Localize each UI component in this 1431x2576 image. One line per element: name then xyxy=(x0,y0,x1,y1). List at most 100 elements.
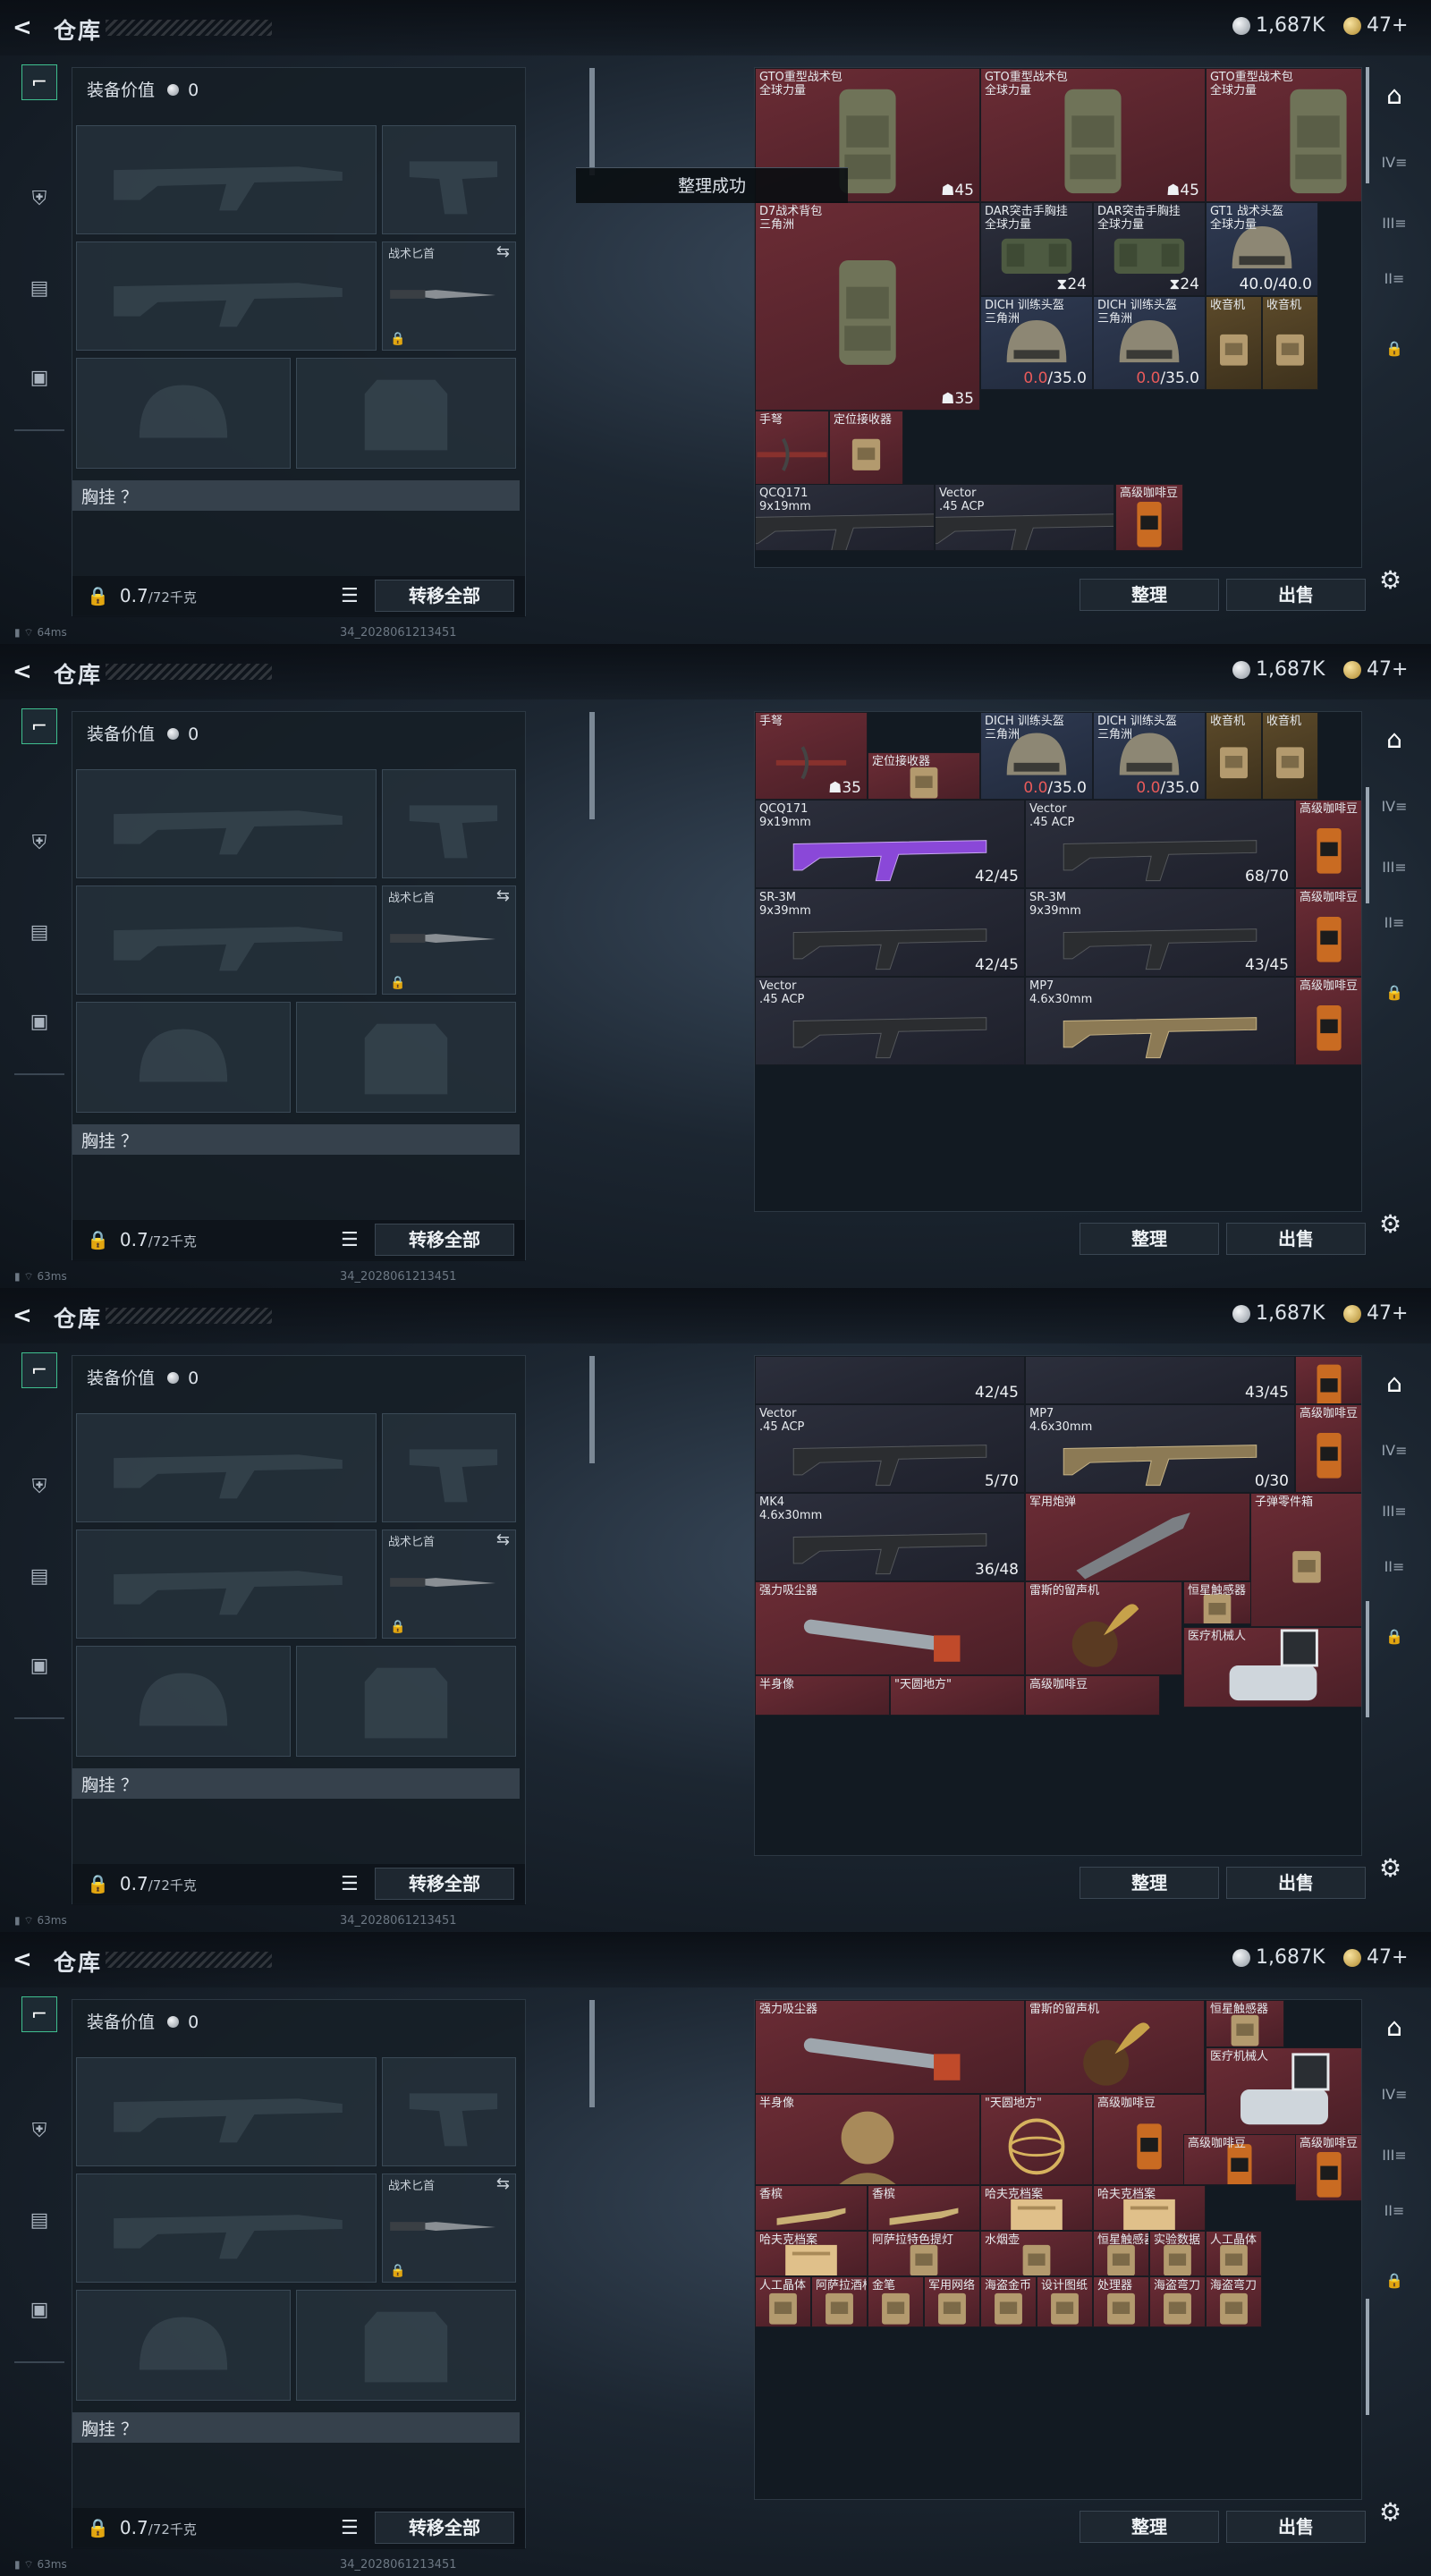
tier-iii-icon[interactable]: III≡ xyxy=(1377,859,1411,886)
inventory-item[interactable]: 半身像 xyxy=(755,2094,980,2185)
helmet-slot[interactable] xyxy=(76,2290,291,2401)
inventory-item[interactable] xyxy=(1295,1356,1361,1404)
sell-button[interactable]: 出售 xyxy=(1226,579,1366,611)
warehouse-scrollbar[interactable] xyxy=(1366,787,1369,903)
primary-weapon-slot[interactable] xyxy=(76,769,377,878)
chest-rig-slot[interactable]: 胸挂 ？ xyxy=(72,2412,520,2443)
inventory-item[interactable]: Vector .45 ACP 5/70 xyxy=(755,1404,1025,1493)
secondary-weapon-slot[interactable] xyxy=(76,1530,377,1639)
inventory-item[interactable]: 高级咖啡豆 xyxy=(1295,800,1361,888)
equipment-scrollbar[interactable] xyxy=(589,2000,595,2107)
inventory-item[interactable]: 高级咖啡豆 xyxy=(1295,977,1361,1065)
inventory-item[interactable]: 哈夫克档案 xyxy=(980,2185,1093,2231)
locked-tab-icon[interactable]: 🔒 xyxy=(1377,2272,1411,2299)
warehouse-home-icon[interactable]: ⌂ xyxy=(1377,80,1411,110)
inventory-item[interactable]: 阿萨拉酒杯 xyxy=(811,2276,868,2327)
chest-rig-slot[interactable]: 胸挂 ？ xyxy=(72,1768,520,1799)
weapon-category-icon[interactable]: ⌐ xyxy=(21,64,57,100)
inventory-item[interactable]: DICH 训练头盔 三角洲 0.0/35.0 xyxy=(1093,712,1206,800)
armor-category-icon[interactable]: ⛨ xyxy=(21,1469,57,1504)
inventory-item[interactable]: 高级咖啡豆 xyxy=(1295,1404,1361,1493)
inventory-item[interactable]: GT1 战术头盔 全球力量 40.0/40.0 xyxy=(1206,202,1318,296)
tier-ii-icon[interactable]: II≡ xyxy=(1377,2202,1411,2229)
settings-gear-icon[interactable]: ⚙ xyxy=(1379,1853,1406,1883)
list-icon[interactable]: ☰ xyxy=(341,2517,359,2539)
inventory-item[interactable]: 人工晶体 xyxy=(755,2276,811,2327)
gold-currency[interactable]: 47+ xyxy=(1343,658,1408,681)
tier-iii-icon[interactable]: III≡ xyxy=(1377,215,1411,242)
list-icon[interactable]: ☰ xyxy=(341,1873,359,1895)
inventory-item[interactable]: 收音机 xyxy=(1206,296,1262,390)
equipment-scrollbar[interactable] xyxy=(589,68,595,175)
inventory-item[interactable]: 恒星触感器 xyxy=(1093,2231,1149,2276)
secondary-weapon-slot[interactable] xyxy=(76,886,377,995)
inventory-item[interactable]: SR-3M 9x39mm 43/45 xyxy=(1025,888,1295,977)
backpack-category-icon[interactable]: ▣ xyxy=(21,1004,57,1039)
armor-category-icon[interactable]: ⛨ xyxy=(21,181,57,216)
inventory-item[interactable]: 军用网络 xyxy=(924,2276,980,2327)
inventory-item[interactable]: 医疗机械人 xyxy=(1206,2047,1361,2135)
knife-slot[interactable]: 战术匕首 ⇆ 🔒 xyxy=(382,1530,516,1639)
inventory-item[interactable]: GTO重型战术包全球力量☗45 xyxy=(1206,68,1361,202)
tier-iii-icon[interactable]: III≡ xyxy=(1377,1503,1411,1530)
inventory-item[interactable]: 海盗弯刀 xyxy=(1149,2276,1206,2327)
primary-weapon-slot[interactable] xyxy=(76,2057,377,2166)
medical-category-icon[interactable]: ▤ xyxy=(21,270,57,306)
inventory-item[interactable]: 恒星触感器 xyxy=(1183,1581,1251,1624)
inventory-item[interactable]: 高级咖啡豆 xyxy=(1295,2134,1361,2201)
warehouse-home-icon[interactable]: ⌂ xyxy=(1377,2012,1411,2042)
tier-iv-icon[interactable]: IV≡ xyxy=(1377,154,1411,181)
inventory-item[interactable]: MK4 4.6x30mm 36/48 xyxy=(755,1493,1025,1581)
inventory-item[interactable]: 雷斯的留声机 xyxy=(1025,1581,1182,1675)
tier-iv-icon[interactable]: IV≡ xyxy=(1377,798,1411,825)
pistol-slot[interactable] xyxy=(382,1413,516,1522)
inventory-item[interactable]: 军用炮弹 xyxy=(1025,1493,1250,1581)
helmet-slot[interactable] xyxy=(76,358,291,469)
backpack-category-icon[interactable]: ▣ xyxy=(21,360,57,395)
sort-button[interactable]: 整理 xyxy=(1080,1223,1219,1255)
inventory-item[interactable]: 恒星触感器 xyxy=(1206,2000,1284,2047)
armor-slot[interactable] xyxy=(296,1002,516,1113)
inventory-item[interactable]: 定位接收器 xyxy=(868,752,980,800)
inventory-item[interactable]: Vector .45 ACP xyxy=(935,484,1114,551)
inventory-item[interactable]: DICH 训练头盔 三角洲 0.0/35.0 xyxy=(980,296,1093,390)
inventory-item[interactable]: 高级咖啡豆 xyxy=(1295,888,1361,977)
settings-gear-icon[interactable]: ⚙ xyxy=(1379,2497,1406,2527)
back-arrow-icon[interactable]: < xyxy=(13,658,39,685)
inventory-item[interactable]: 香槟 xyxy=(755,2185,868,2231)
equipment-scrollbar[interactable] xyxy=(589,1356,595,1463)
knife-slot[interactable]: 战术匕首 ⇆ 🔒 xyxy=(382,242,516,351)
back-arrow-icon[interactable]: < xyxy=(13,14,39,41)
sort-button[interactable]: 整理 xyxy=(1080,2511,1219,2543)
inventory-item[interactable]: 子弹零件箱 xyxy=(1250,1493,1361,1627)
warehouse-home-icon[interactable]: ⌂ xyxy=(1377,724,1411,754)
locked-tab-icon[interactable]: 🔒 xyxy=(1377,1628,1411,1655)
inventory-item[interactable]: 42/45 xyxy=(755,1356,1025,1404)
weapon-category-icon[interactable]: ⌐ xyxy=(21,1352,57,1388)
inventory-item[interactable]: 水烟壶 xyxy=(980,2231,1093,2276)
knife-slot[interactable]: 战术匕首 ⇆ 🔒 xyxy=(382,886,516,995)
inventory-item[interactable]: QCQ171 9x19mm xyxy=(755,484,935,551)
inventory-item[interactable]: 高级咖啡豆 xyxy=(1025,1675,1160,1716)
inventory-item[interactable]: 哈夫克档案 xyxy=(1093,2185,1206,2231)
locked-tab-icon[interactable]: 🔒 xyxy=(1377,340,1411,367)
weapon-category-icon[interactable]: ⌐ xyxy=(21,708,57,744)
primary-weapon-slot[interactable] xyxy=(76,125,377,234)
warehouse-scrollbar[interactable] xyxy=(1366,67,1369,183)
warehouse-home-icon[interactable]: ⌂ xyxy=(1377,1368,1411,1398)
inventory-item[interactable]: 手弩 ☗35 xyxy=(755,712,868,800)
inventory-item[interactable]: GTO重型战术包全球力量☗45 xyxy=(980,68,1206,202)
tier-ii-icon[interactable]: II≡ xyxy=(1377,270,1411,297)
gold-currency[interactable]: 47+ xyxy=(1343,1302,1408,1325)
inventory-item[interactable]: D7战术背包 三角洲 ☗35 xyxy=(755,202,980,411)
inventory-item[interactable]: 哈夫克档案 xyxy=(755,2231,868,2276)
inventory-item[interactable]: SR-3M 9x39mm 42/45 xyxy=(755,888,1025,977)
inventory-item[interactable]: DAR突击手胸挂 全球力量 ⧗24 xyxy=(1093,202,1206,296)
helmet-slot[interactable] xyxy=(76,1646,291,1757)
inventory-item[interactable]: MP7 4.6x30mm 0/30 xyxy=(1025,1404,1295,1493)
secondary-weapon-slot[interactable] xyxy=(76,2174,377,2283)
inventory-item[interactable]: Vector .45 ACP 68/70 xyxy=(1025,800,1295,888)
knife-slot[interactable]: 战术匕首 ⇆ 🔒 xyxy=(382,2174,516,2283)
inventory-item[interactable]: 海盗金币 xyxy=(980,2276,1037,2327)
inventory-item[interactable]: 雷斯的留声机 xyxy=(1025,2000,1205,2094)
